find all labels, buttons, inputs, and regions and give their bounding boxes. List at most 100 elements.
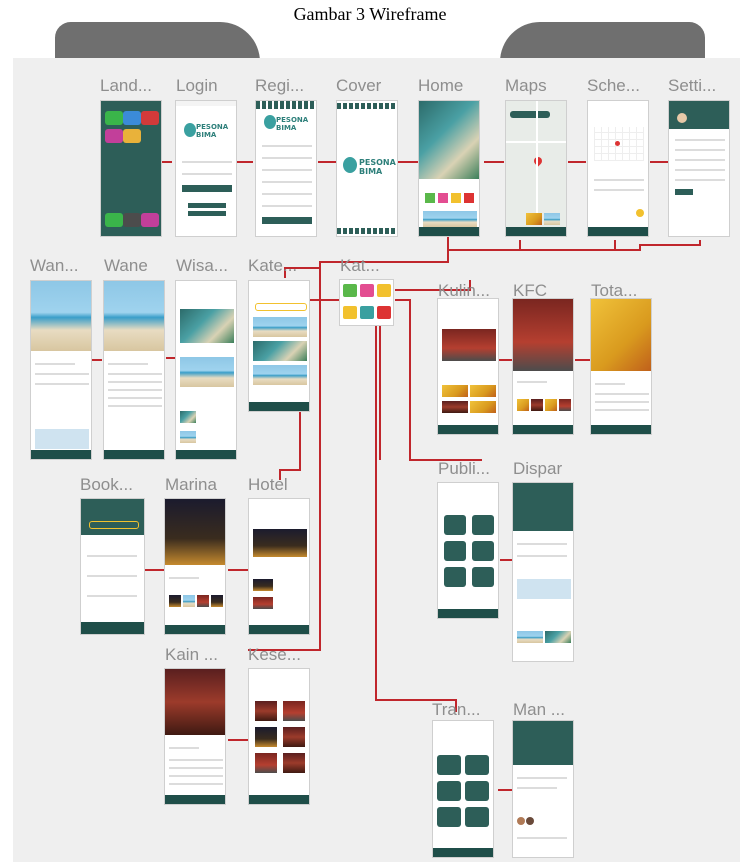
room-thumb[interactable]: [183, 595, 195, 607]
screen-kuliner[interactable]: [437, 298, 499, 435]
search-input[interactable]: [255, 303, 307, 311]
bottom-nav[interactable]: [249, 402, 309, 411]
room-thumb[interactable]: [211, 595, 223, 607]
room-thumb[interactable]: [197, 595, 209, 607]
destination-thumb[interactable]: [180, 411, 196, 423]
food-thumb[interactable]: [442, 401, 468, 413]
bottom-nav[interactable]: [249, 795, 309, 804]
screen-wane-1[interactable]: [30, 280, 92, 460]
transport-tile[interactable]: [465, 807, 489, 827]
category-tile[interactable]: [438, 193, 448, 203]
transport-tile[interactable]: [437, 781, 461, 801]
bottom-nav[interactable]: [591, 425, 651, 434]
search-input[interactable]: [510, 111, 550, 118]
screen-wane-2[interactable]: [103, 280, 165, 460]
menu-thumb[interactable]: [517, 399, 529, 411]
category-image[interactable]: [253, 317, 307, 337]
screen-home[interactable]: [418, 100, 480, 237]
bottom-nav[interactable]: [249, 625, 309, 634]
screen-kategori[interactable]: [248, 280, 310, 412]
place-card[interactable]: [526, 213, 542, 225]
category-tile[interactable]: [377, 284, 391, 297]
service-tile[interactable]: [444, 515, 466, 535]
screen-booking[interactable]: [80, 498, 145, 635]
room-thumb[interactable]: [169, 595, 181, 607]
service-tile[interactable]: [472, 541, 494, 561]
bottom-nav[interactable]: [176, 450, 236, 459]
screen-public[interactable]: [437, 482, 499, 619]
bottom-nav[interactable]: [104, 450, 164, 459]
social-button[interactable]: [188, 211, 226, 216]
map-thumbnail[interactable]: [35, 429, 89, 449]
service-tile[interactable]: [444, 541, 466, 561]
map-thumbnail[interactable]: [517, 579, 571, 599]
destination-thumb[interactable]: [545, 631, 571, 643]
add-button[interactable]: [636, 209, 644, 217]
screen-dispar[interactable]: [512, 482, 574, 662]
logout-button[interactable]: [675, 189, 693, 195]
screen-kesenian[interactable]: [248, 668, 310, 805]
screen-kfc[interactable]: [512, 298, 574, 435]
food-thumb[interactable]: [470, 401, 496, 413]
category-tile[interactable]: [360, 306, 374, 319]
art-thumb[interactable]: [283, 701, 305, 721]
screen-marina[interactable]: [164, 498, 226, 635]
category-menu-popup[interactable]: [339, 279, 394, 326]
login-button[interactable]: [182, 185, 232, 192]
screen-login[interactable]: PESONA BIMA: [175, 100, 237, 237]
place-card[interactable]: [544, 213, 560, 225]
destination-thumb[interactable]: [180, 431, 196, 443]
service-tile[interactable]: [444, 567, 466, 587]
destination-image[interactable]: [180, 309, 234, 343]
menu-thumb[interactable]: [531, 399, 543, 411]
bottom-nav[interactable]: [438, 425, 498, 434]
category-tile[interactable]: [343, 306, 357, 319]
art-thumb[interactable]: [283, 727, 305, 747]
category-tile[interactable]: [360, 284, 374, 297]
bottom-nav[interactable]: [438, 609, 498, 618]
bottom-nav[interactable]: [31, 450, 91, 459]
screen-transport[interactable]: [432, 720, 494, 858]
art-thumb[interactable]: [255, 753, 277, 773]
food-thumb[interactable]: [470, 385, 496, 397]
art-thumb[interactable]: [283, 753, 305, 773]
screen-hotel[interactable]: [248, 498, 310, 635]
category-tile[interactable]: [377, 306, 391, 319]
category-image[interactable]: [253, 365, 307, 385]
food-thumb[interactable]: [442, 385, 468, 397]
date-selector[interactable]: [89, 521, 139, 529]
menu-thumb[interactable]: [545, 399, 557, 411]
hotel-thumb[interactable]: [253, 597, 273, 609]
restaurant-image[interactable]: [442, 329, 496, 361]
screen-landing[interactable]: [100, 100, 162, 237]
register-button[interactable]: [262, 217, 312, 224]
bottom-nav[interactable]: [433, 848, 493, 857]
service-tile[interactable]: [472, 567, 494, 587]
screen-wisata[interactable]: [175, 280, 237, 460]
bottom-nav[interactable]: [419, 227, 479, 236]
screen-man[interactable]: [512, 720, 574, 858]
category-tile[interactable]: [343, 284, 357, 297]
bottom-nav[interactable]: [81, 622, 144, 634]
bottom-nav[interactable]: [165, 625, 225, 634]
art-thumb[interactable]: [255, 701, 277, 721]
hotel-image[interactable]: [253, 529, 307, 557]
screen-schedule[interactable]: [587, 100, 649, 237]
transport-tile[interactable]: [465, 755, 489, 775]
destination-image[interactable]: [180, 357, 234, 387]
hotel-thumb[interactable]: [253, 579, 273, 591]
transport-tile[interactable]: [437, 807, 461, 827]
screen-maps[interactable]: [505, 100, 567, 237]
transport-tile[interactable]: [465, 781, 489, 801]
bottom-nav[interactable]: [165, 795, 225, 804]
bottom-nav[interactable]: [506, 227, 566, 236]
category-tile[interactable]: [464, 193, 474, 203]
menu-thumb[interactable]: [559, 399, 571, 411]
category-tile[interactable]: [451, 193, 461, 203]
screen-register[interactable]: PESONA BIMA: [255, 100, 317, 237]
category-image[interactable]: [253, 341, 307, 361]
screen-kain[interactable]: [164, 668, 226, 805]
service-tile[interactable]: [472, 515, 494, 535]
destination-thumb[interactable]: [517, 631, 543, 643]
screen-total[interactable]: [590, 298, 652, 435]
